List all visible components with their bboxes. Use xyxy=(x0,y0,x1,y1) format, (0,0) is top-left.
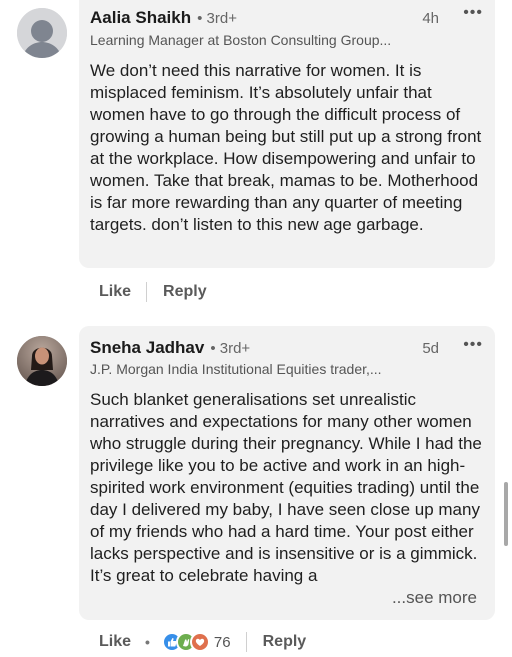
reaction-count: 76 xyxy=(213,633,231,651)
author-name[interactable]: Sneha Jadhav xyxy=(90,338,204,358)
comment-header: Sneha Jadhav • 3rd+ 5d xyxy=(90,337,483,359)
author-name[interactable]: Aalia Shaikh xyxy=(90,8,191,28)
avatar-sneha-jadhav[interactable] xyxy=(17,336,67,386)
separator-dot: • xyxy=(145,634,150,650)
comment-bubble: Aalia Shaikh • 3rd+ 4h ••• Learning Mana… xyxy=(79,0,495,268)
comment-text: We don’t need this narrative for women. … xyxy=(90,61,482,234)
comment-actions: Like Reply xyxy=(99,280,207,304)
author-headline: Learning Manager at Boston Consulting Gr… xyxy=(90,32,392,48)
like-button[interactable]: Like xyxy=(99,633,131,651)
reactions-summary[interactable]: 76 xyxy=(161,632,231,652)
connection-degree: • 3rd+ xyxy=(197,9,237,27)
comment-actions: Like • 76 Reply xyxy=(99,630,306,654)
comment-time: 4h xyxy=(422,9,439,27)
connection-degree: • 3rd+ xyxy=(210,339,251,357)
like-button[interactable]: Like xyxy=(99,283,131,301)
divider xyxy=(245,632,247,652)
scrollbar[interactable] xyxy=(504,482,508,546)
default-avatar-icon xyxy=(17,8,67,58)
comment-header: Aalia Shaikh • 3rd+ 4h xyxy=(90,7,483,29)
profile-photo xyxy=(17,336,67,386)
more-options-icon[interactable]: ••• xyxy=(463,4,483,22)
author-headline: J.P. Morgan India Institutional Equities… xyxy=(90,361,382,377)
reply-button[interactable]: Reply xyxy=(163,283,207,301)
more-options-icon[interactable]: ••• xyxy=(463,336,483,354)
avatar-aalia-shaikh[interactable] xyxy=(17,8,67,58)
comment-time: 5d xyxy=(422,339,439,357)
divider xyxy=(146,282,148,302)
comment-bubble: Sneha Jadhav • 3rd+ 5d ••• J.P. Morgan I… xyxy=(79,326,495,620)
love-reaction-icon xyxy=(189,632,210,652)
reply-button[interactable]: Reply xyxy=(263,633,307,651)
see-more-link[interactable]: ...see more xyxy=(357,588,477,608)
comment-text: Such blanket generalisations set unreali… xyxy=(90,390,482,585)
